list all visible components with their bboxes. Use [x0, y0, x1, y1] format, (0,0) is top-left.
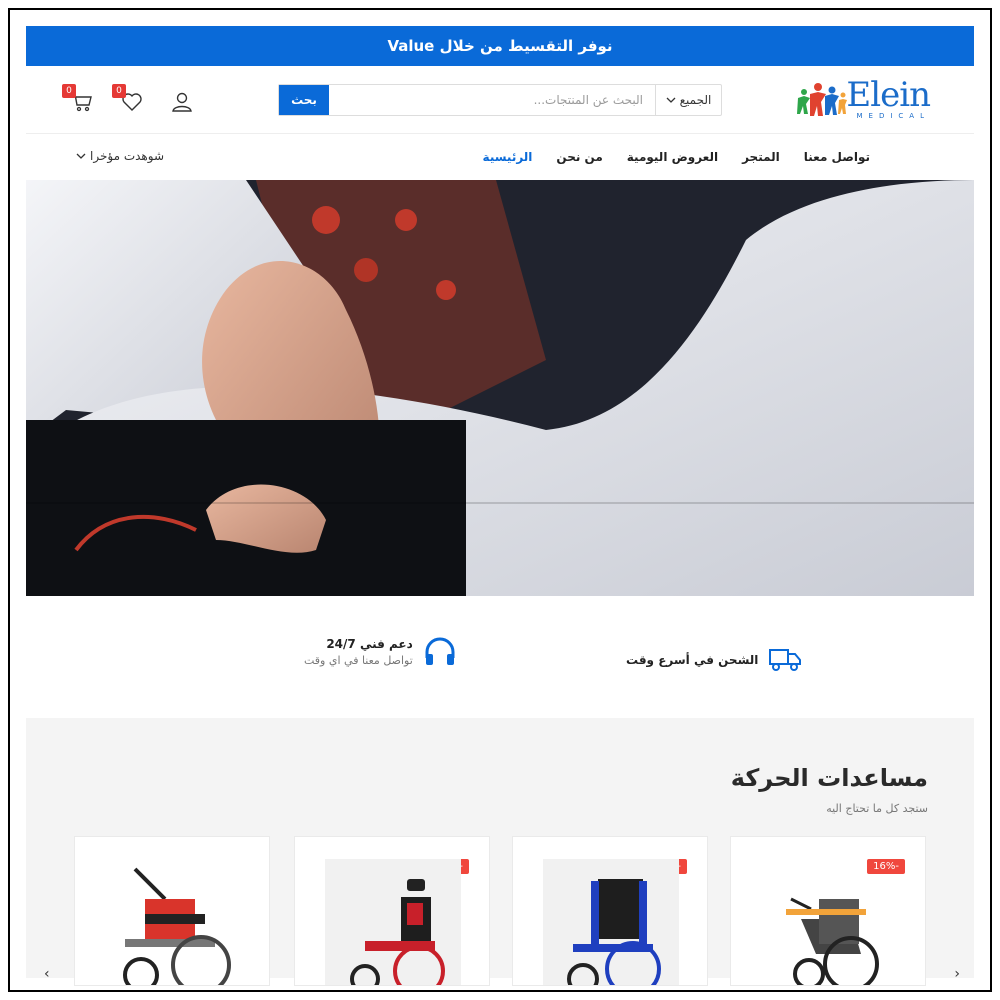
- account-button[interactable]: [170, 90, 194, 114]
- logo-figures-icon: [797, 83, 847, 116]
- truck-icon: [769, 649, 802, 671]
- wheelchair-image: [786, 897, 879, 985]
- search-button-label: بحث: [291, 93, 317, 107]
- product-card[interactable]: 20%-: [512, 836, 708, 986]
- carousel-next-arrow[interactable]: ›: [954, 966, 960, 982]
- wishlist-count-badge: 0: [112, 84, 126, 98]
- wishlist-button[interactable]: 0: [112, 84, 144, 114]
- features-strip: الشحن في أسرع وقت دعم فني 24/7 تواصل معن…: [26, 596, 974, 718]
- wheelchair-image: [325, 859, 461, 985]
- nav-item-contact[interactable]: تواصل معنا: [804, 150, 870, 164]
- chevron-down-icon: [666, 97, 676, 103]
- header-actions: 0 0: [62, 84, 194, 114]
- wheelchair-image: [543, 859, 679, 985]
- carousel-prev-arrow[interactable]: ‹: [44, 966, 50, 982]
- nav-item-shop[interactable]: المتجر: [742, 150, 780, 164]
- main-nav: الرئيسية من نحن العروض اليومية المتجر تو…: [26, 134, 974, 180]
- brand-name: Elein: [846, 75, 931, 115]
- brand-tagline: MEDICAL: [856, 112, 930, 120]
- headphones-icon: [425, 637, 455, 665]
- nav-item-about[interactable]: من نحن: [556, 150, 602, 164]
- nav-item-daily-deals[interactable]: العروض اليومية: [627, 150, 718, 164]
- cart-button[interactable]: 0: [62, 84, 94, 114]
- page: نوفر التقسيط من خلال Value Elein MEDICAL…: [26, 26, 974, 986]
- section-subtitle: ستجد كل ما تحتاج اليه: [826, 802, 928, 815]
- feature-shipping-title: الشحن في أسرع وقت: [626, 653, 759, 667]
- recently-viewed-label: شوهدت مؤخرا: [90, 149, 164, 163]
- feature-support: دعم فني 24/7 تواصل معنا في اي وقت: [304, 636, 457, 668]
- wheelchair-image: [123, 867, 231, 985]
- feature-support-subtitle: تواصل معنا في اي وقت: [304, 654, 413, 667]
- product-card[interactable]: [74, 836, 270, 986]
- browser-frame: نوفر التقسيط من خلال Value Elein MEDICAL…: [8, 8, 992, 992]
- section-title: مساعدات الحركة: [730, 764, 928, 792]
- promo-text: نوفر التقسيط من خلال Value: [387, 37, 613, 55]
- hero-image: [26, 180, 974, 596]
- category-select-value: الجميع: [679, 93, 712, 107]
- user-icon: [172, 92, 192, 112]
- site-header: Elein MEDICAL بحث الجميع 0 0: [26, 66, 974, 134]
- category-select[interactable]: الجميع: [655, 85, 721, 115]
- promo-banner[interactable]: نوفر التقسيط من خلال Value: [26, 26, 974, 66]
- feature-shipping-text: الشحن في أسرع وقت: [626, 653, 758, 667]
- cart-count-badge: 0: [62, 84, 76, 98]
- brand-logo[interactable]: Elein MEDICAL: [796, 75, 931, 122]
- feature-support-title: دعم فني 24/7: [326, 637, 413, 651]
- product-card[interactable]: 7%-: [294, 836, 490, 986]
- product-carousel: 16%- 20%- 7%-: [74, 836, 928, 986]
- product-card[interactable]: 16%-: [730, 836, 926, 986]
- search-input[interactable]: [329, 85, 655, 115]
- nav-item-home[interactable]: الرئيسية: [483, 150, 533, 164]
- chevron-down-icon: [76, 153, 86, 159]
- products-section: مساعدات الحركة ستجد كل ما تحتاج اليه 16%…: [26, 718, 974, 986]
- feature-support-text: دعم فني 24/7 تواصل معنا في اي وقت: [304, 637, 413, 667]
- search-bar: بحث الجميع: [278, 84, 722, 116]
- recently-viewed-toggle[interactable]: شوهدت مؤخرا: [76, 149, 164, 163]
- feature-shipping: الشحن في أسرع وقت: [626, 646, 802, 674]
- search-button[interactable]: بحث: [279, 85, 329, 115]
- hero-slider[interactable]: [26, 180, 974, 596]
- nav-links: الرئيسية من نحن العروض اليومية المتجر تو…: [483, 134, 870, 180]
